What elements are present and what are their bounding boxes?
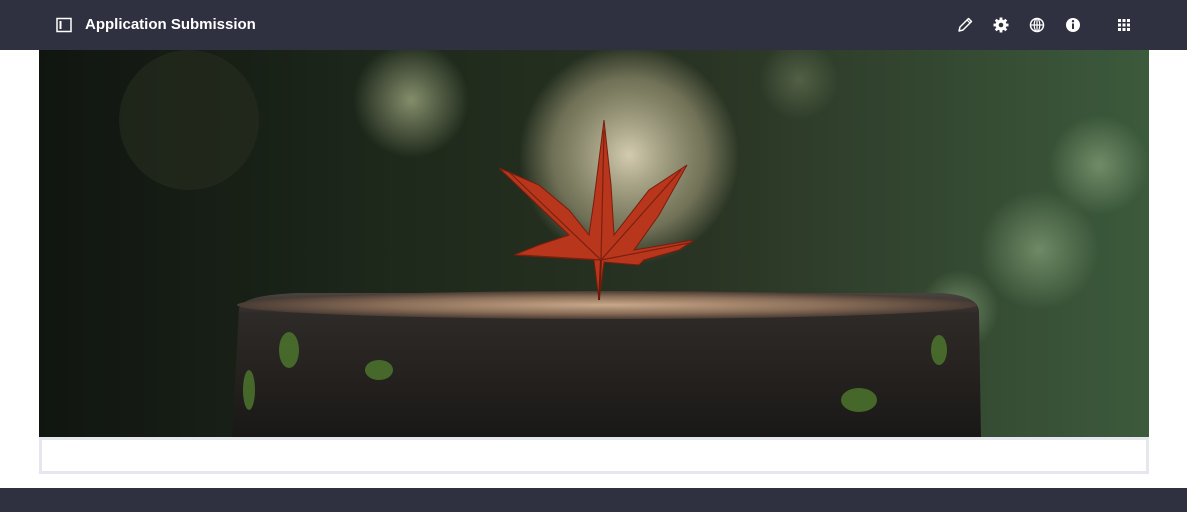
- gear-icon[interactable]: [992, 16, 1010, 34]
- grid-icon[interactable]: [1115, 16, 1133, 34]
- page-title: Application Submission: [85, 16, 256, 33]
- top-navigation-bar: Application Submission: [0, 0, 1187, 50]
- content-panel: [39, 437, 1149, 474]
- footer-bar: [0, 488, 1187, 512]
- globe-icon[interactable]: [1028, 16, 1046, 34]
- banner-image: [39, 50, 1149, 437]
- sidebar-toggle-icon[interactable]: [56, 17, 72, 33]
- pencil-icon[interactable]: [956, 16, 974, 34]
- info-icon[interactable]: [1064, 16, 1082, 34]
